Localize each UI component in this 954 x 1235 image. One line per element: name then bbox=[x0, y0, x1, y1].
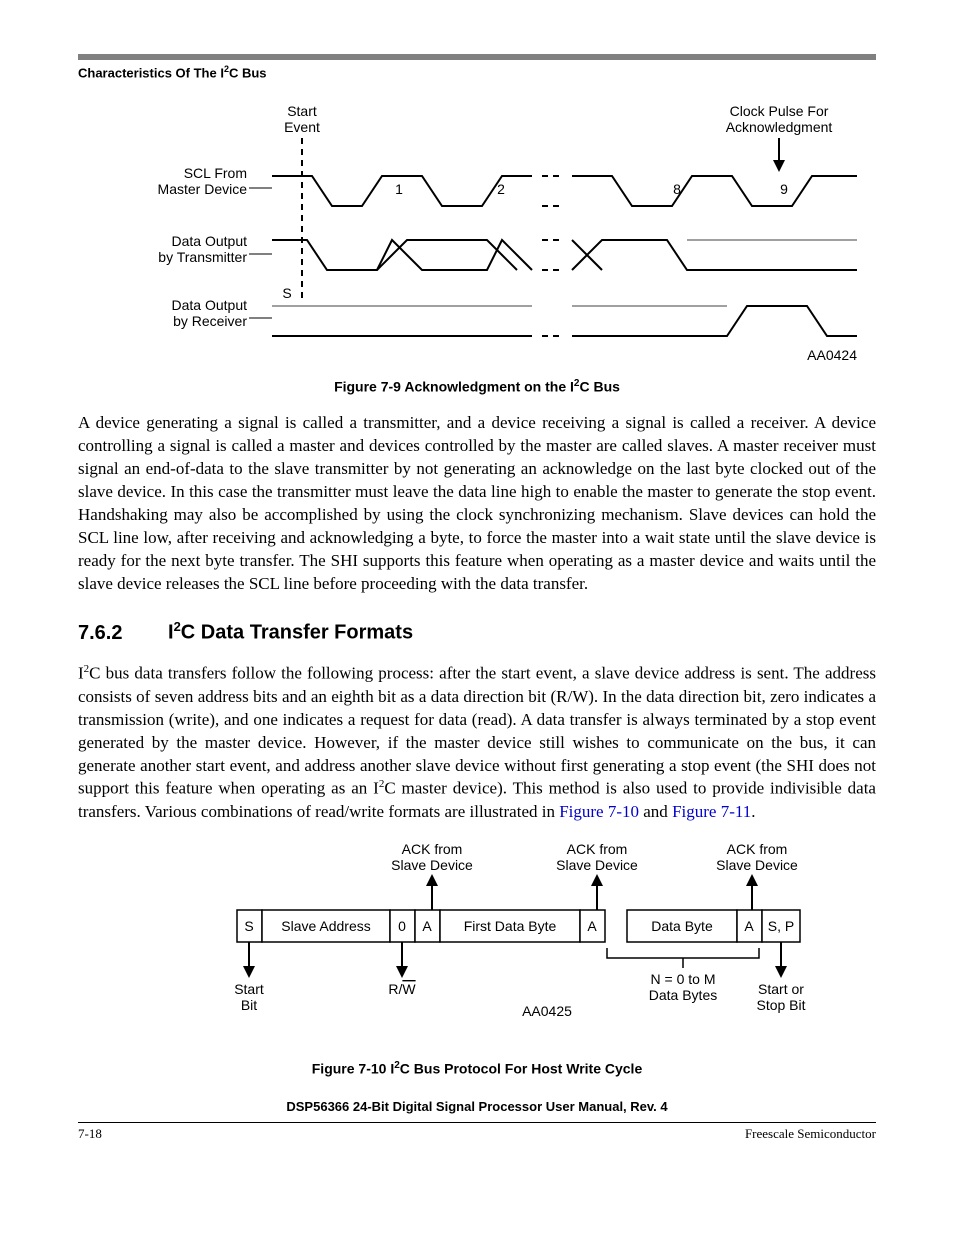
fig79-start-event-l2: Event bbox=[284, 119, 320, 135]
fig79-code: AA0424 bbox=[807, 347, 857, 363]
svg-text:Start: Start bbox=[234, 981, 264, 997]
header-text-post: C Bus bbox=[229, 65, 267, 80]
footer-row: 7-18 Freescale Semiconductor bbox=[78, 1122, 876, 1142]
fig79-num-1: 1 bbox=[395, 181, 403, 197]
fig710-first-byte: First Data Byte bbox=[464, 918, 557, 934]
xref-figure-7-10[interactable]: Figure 7-10 bbox=[559, 802, 639, 821]
fig79-num-8: 8 bbox=[673, 181, 681, 197]
svg-text:Data Bytes: Data Bytes bbox=[649, 987, 717, 1003]
fig79-scl-l2: Master Device bbox=[158, 181, 248, 197]
fig710-a2: A bbox=[587, 918, 597, 934]
fig79-num-2: 2 bbox=[497, 181, 505, 197]
fig79-clockpulse-l1: Clock Pulse For bbox=[730, 103, 829, 119]
fig79-start-event-l1: Start bbox=[287, 103, 317, 119]
section-heading-762: 7.6.2I2C Data Transfer Formats bbox=[78, 619, 876, 645]
svg-text:N = 0 to M: N = 0 to M bbox=[651, 971, 716, 987]
vendor-name: Freescale Semiconductor bbox=[745, 1126, 876, 1142]
svg-text:Slave Device: Slave Device bbox=[556, 857, 638, 873]
fig710-s: S bbox=[244, 918, 253, 934]
paragraph-1: A device generating a signal is called a… bbox=[78, 412, 876, 596]
svg-text:Stop Bit: Stop Bit bbox=[756, 997, 805, 1013]
header-rule bbox=[78, 54, 876, 60]
svg-text:Bit: Bit bbox=[241, 997, 257, 1013]
fig710-zero: 0 bbox=[398, 918, 406, 934]
footer-doc-title: DSP56366 24-Bit Digital Signal Processor… bbox=[78, 1099, 876, 1114]
page-number: 7-18 bbox=[78, 1126, 102, 1142]
svg-text:Start or: Start or bbox=[758, 981, 804, 997]
figure-7-10: ACK from Slave Device ACK from Slave Dev… bbox=[147, 840, 807, 1050]
fig710-rw: R/W bbox=[388, 981, 416, 997]
header-text-pre: Characteristics Of The I bbox=[78, 65, 224, 80]
section-number: 7.6.2 bbox=[78, 622, 168, 645]
fig79-num-9: 9 bbox=[780, 181, 788, 197]
fig79-scl-l1: SCL From bbox=[184, 165, 247, 181]
fig79-clockpulse-l2: Acknowledgment bbox=[726, 119, 833, 135]
fig710-sp: S, P bbox=[768, 918, 794, 934]
svg-text:ACK from: ACK from bbox=[727, 841, 788, 857]
fig710-code: AA0425 bbox=[522, 1003, 572, 1019]
fig79-tx-l2: by Transmitter bbox=[158, 249, 247, 265]
svg-text:Slave Device: Slave Device bbox=[716, 857, 798, 873]
svg-text:ACK from: ACK from bbox=[402, 841, 463, 857]
fig79-rx-l1: Data Output bbox=[172, 297, 248, 313]
svg-text:ACK from: ACK from bbox=[567, 841, 628, 857]
fig710-a3: A bbox=[744, 918, 754, 934]
figure-7-10-caption: Figure 7-10 I2C Bus Protocol For Host Wr… bbox=[78, 1060, 876, 1077]
fig710-a1: A bbox=[422, 918, 432, 934]
svg-text:Slave Device: Slave Device bbox=[391, 857, 473, 873]
figure-7-9-caption: Figure 7-9 Acknowledgment on the I2C Bus bbox=[78, 378, 876, 395]
fig79-s-label: S bbox=[282, 285, 291, 301]
figure-7-9: Start Event Clock Pulse For Acknowledgme… bbox=[87, 98, 867, 368]
paragraph-2: I2C bus data transfers follow the follow… bbox=[78, 662, 876, 824]
xref-figure-7-11[interactable]: Figure 7-11 bbox=[672, 802, 751, 821]
fig710-data-byte: Data Byte bbox=[651, 918, 713, 934]
fig79-rx-l2: by Receiver bbox=[173, 313, 247, 329]
fig79-tx-l1: Data Output bbox=[172, 233, 248, 249]
running-header: Characteristics Of The I2C Bus bbox=[78, 64, 876, 80]
fig710-slave-addr: Slave Address bbox=[281, 918, 371, 934]
